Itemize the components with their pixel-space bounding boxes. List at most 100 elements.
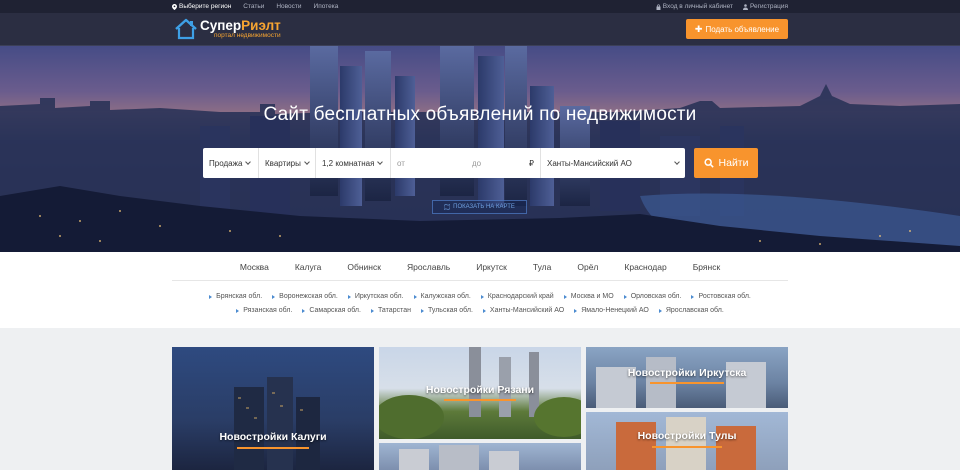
search-icon: [703, 158, 714, 168]
tile-kaluga[interactable]: Новостройки Калуги: [172, 347, 374, 470]
bullet-icon: [272, 294, 276, 299]
tile-tula-title: Новостройки Тулы: [637, 430, 737, 442]
region-link[interactable]: Ханты-Мансийский АО: [482, 307, 564, 314]
bullet-icon: [691, 294, 695, 299]
bullet-icon: [623, 294, 627, 299]
tile-kaluga-image: [234, 377, 320, 470]
tile-kaluga-title: Новостройки Калуги: [219, 431, 327, 443]
region-link[interactable]: Тульская обл.: [420, 307, 473, 314]
site-header: СуперРиэлт портал недвижимости: [0, 13, 960, 46]
bullet-icon: [209, 294, 213, 299]
price-to-input[interactable]: до ₽: [466, 148, 541, 178]
site-logo[interactable]: СуперРиэлт портал недвижимости: [174, 18, 281, 40]
add-listing-button[interactable]: ✚ Подать объявление: [686, 19, 788, 39]
price-to-placeholder: до: [472, 158, 482, 168]
logo-tagline: портал недвижимости: [214, 31, 281, 39]
region-value: Ханты-Мансийский АО: [547, 158, 632, 168]
rooms-value: 1,2 комнатная: [322, 158, 375, 168]
tile-irkutsk-underline: [650, 382, 724, 384]
search-form: Продажа Квартиры 1,2 комнатная от до ₽ Х…: [203, 148, 685, 178]
region-link[interactable]: Брянская обл.: [209, 293, 262, 300]
region-link[interactable]: Ямало-Ненецкий АО: [574, 307, 649, 314]
bullet-icon: [658, 308, 662, 313]
cabinet-link[interactable]: Вход в личный кабинет: [656, 3, 733, 10]
region-link[interactable]: Воронежская обл.: [272, 293, 338, 300]
cabinet-link-label: Вход в личный кабинет: [662, 3, 733, 10]
price-from-input[interactable]: от: [391, 148, 466, 178]
nav-link-news[interactable]: Новости: [276, 3, 301, 10]
add-listing-label: Подать объявление: [705, 24, 780, 34]
register-link[interactable]: Регистрация: [743, 3, 788, 10]
bullet-icon: [370, 308, 374, 313]
nav-link-articles[interactable]: Статьи: [243, 3, 264, 10]
tile-ryazan-title: Новостройки Рязани: [425, 384, 535, 396]
city-link-krasnodar[interactable]: Краснодар: [611, 262, 679, 272]
region-links: Брянская обл. Воронежская обл. Иркутская…: [178, 293, 782, 314]
region-selector-label: Выберите регион: [179, 3, 232, 10]
show-on-map-link[interactable]: ПОКАЗАТЬ НА КАРТЕ: [432, 200, 527, 214]
region-link[interactable]: Ярославская обл.: [658, 307, 724, 314]
plus-icon: ✚: [694, 23, 703, 34]
bullet-icon: [563, 294, 567, 299]
region-link[interactable]: Краснодарский край: [480, 293, 554, 300]
property-type-select[interactable]: Квартиры: [259, 148, 316, 178]
cities-divider: [172, 280, 788, 281]
ruble-icon: ₽: [528, 158, 534, 168]
cities-section: Москва Калуга Обнинск Ярославль Иркутск …: [0, 252, 960, 328]
bullet-icon: [347, 294, 351, 299]
tile-irkutsk-title: Новостройки Иркутска: [627, 367, 747, 379]
city-link-orel[interactable]: Орёл: [564, 262, 611, 272]
chevron-down-icon: [245, 159, 252, 165]
region-select[interactable]: Ханты-Мансийский АО: [541, 148, 685, 178]
region-link[interactable]: Самарская обл.: [302, 307, 361, 314]
map-pin-icon: [172, 3, 177, 10]
tile-ryazan-extra[interactable]: [379, 443, 581, 470]
tile-ryazan[interactable]: Новостройки Рязани: [379, 347, 581, 439]
region-link[interactable]: Иркутская обл.: [347, 293, 404, 300]
region-link[interactable]: Москва и МО: [563, 293, 614, 300]
user-icon: [743, 3, 748, 10]
top-bar: Выберите регион Статьи Новости Ипотека В…: [0, 0, 960, 13]
chevron-down-icon: [304, 159, 310, 165]
city-links: Москва Калуга Обнинск Ярославль Иркутск …: [0, 262, 960, 272]
nav-link-mortgage[interactable]: Ипотека: [314, 3, 339, 10]
house-logo-icon: [175, 18, 197, 40]
city-link-bryansk[interactable]: Брянск: [680, 262, 733, 272]
show-on-map-label: ПОКАЗАТЬ НА КАРТЕ: [453, 204, 515, 210]
region-link[interactable]: Ростовская обл.: [691, 293, 751, 300]
hero-title: Сайт бесплатных объявлений по недвижимос…: [263, 104, 697, 125]
city-link-yaroslavl[interactable]: Ярославль: [394, 262, 463, 272]
register-link-label: Регистрация: [750, 3, 788, 10]
city-link-tula[interactable]: Тула: [520, 262, 564, 272]
chevron-down-icon: [674, 159, 680, 165]
tile-kaluga-underline: [237, 447, 309, 449]
city-link-kaluga[interactable]: Калуга: [282, 262, 335, 272]
region-link[interactable]: Татарстан: [370, 307, 411, 314]
bullet-icon: [236, 308, 240, 313]
lock-icon: [656, 3, 661, 10]
region-link[interactable]: Орловская обл.: [623, 293, 681, 300]
bullet-icon: [480, 294, 484, 299]
tile-tula-underline: [652, 446, 722, 448]
chevron-down-icon: [377, 159, 384, 165]
find-button[interactable]: Найти: [694, 148, 758, 178]
bullet-icon: [413, 294, 417, 299]
find-button-label: Найти: [718, 157, 749, 169]
deal-type-select[interactable]: Продажа: [203, 148, 259, 178]
rooms-select[interactable]: 1,2 комнатная: [316, 148, 391, 178]
property-type-value: Квартиры: [265, 158, 301, 168]
tile-ryazan-underline: [444, 399, 516, 401]
region-link[interactable]: Калужская обл.: [413, 293, 471, 300]
deal-type-value: Продажа: [209, 158, 243, 168]
city-link-obninsk[interactable]: Обнинск: [334, 262, 394, 272]
bullet-icon: [574, 308, 578, 313]
region-link[interactable]: Рязанская обл.: [236, 307, 292, 314]
region-selector[interactable]: Выберите регион: [172, 3, 231, 10]
bullet-icon: [420, 308, 424, 313]
logo-name: СуперРиэлт: [200, 17, 281, 33]
city-link-moscow[interactable]: Москва: [227, 262, 282, 272]
price-from-placeholder: от: [397, 158, 405, 168]
tile-irkutsk[interactable]: Новостройки Иркутска: [586, 347, 788, 408]
city-link-irkutsk[interactable]: Иркутск: [463, 262, 520, 272]
tile-tula[interactable]: Новостройки Тулы: [586, 412, 788, 470]
